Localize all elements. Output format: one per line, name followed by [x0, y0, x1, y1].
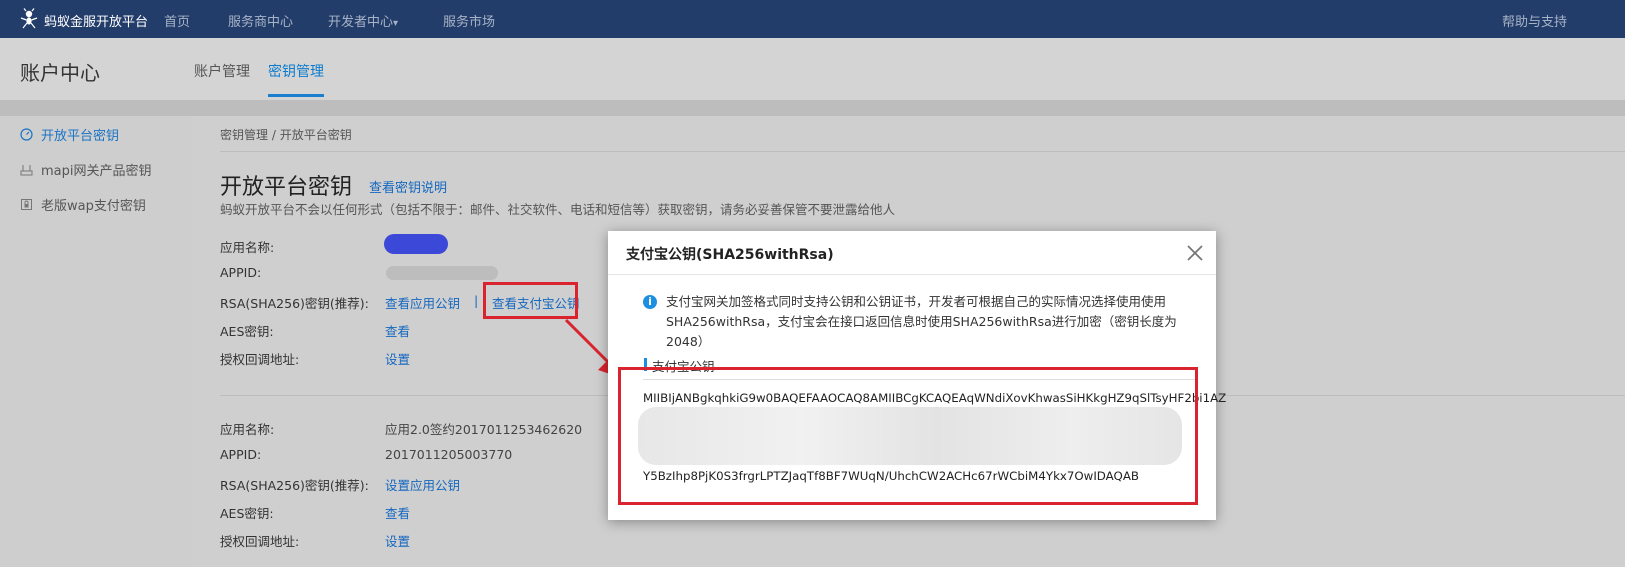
app1-name-redacted	[384, 234, 448, 254]
app2-name-value: 应用2.0签约2017011253462620	[385, 422, 583, 437]
page-title: 开放平台密钥	[220, 175, 353, 200]
info-icon: i	[643, 295, 657, 309]
app2-callback-label: 授权回调地址:	[220, 534, 300, 549]
breadcrumb-separator: /	[268, 128, 280, 142]
app2-aes-view-link[interactable]: 查看	[385, 503, 410, 522]
app1-name-label: 应用名称:	[220, 240, 275, 255]
dialog-title: 支付宝公钥(SHA256withRsa)	[626, 247, 834, 263]
link-separator: |	[474, 293, 479, 308]
tab-key-management[interactable]: 密钥管理	[268, 61, 324, 81]
nav-market[interactable]: 服务市场	[443, 11, 495, 30]
set-app-public-key-link[interactable]: 设置应用公钥	[385, 475, 460, 494]
breadcrumb-current: 开放平台密钥	[279, 128, 352, 142]
ant-logo-icon[interactable]	[18, 8, 40, 30]
active-tab-indicator	[268, 94, 324, 97]
sidebar	[0, 116, 193, 567]
breadcrumb-parent[interactable]: 密钥管理	[220, 128, 268, 142]
nav-home[interactable]: 首页	[164, 11, 190, 30]
view-app-public-key-link[interactable]: 查看应用公钥	[385, 293, 460, 312]
nav-provider-center[interactable]: 服务商中心	[228, 11, 293, 30]
page-description: 蚂蚁开放平台不会以任何形式（包括不限于：邮件、社交软件、电话和短信等）获取密钥，…	[220, 202, 896, 217]
app1-rsa-label: RSA(SHA256)密钥(推荐):	[220, 296, 369, 311]
view-key-help-link[interactable]: 查看密钥说明	[369, 177, 447, 196]
app2-appid-value: 2017011205003770	[385, 447, 513, 462]
lock-box-icon	[21, 199, 32, 210]
app1-aes-view-link[interactable]: 查看	[385, 321, 410, 340]
app2-appid-label: APPID:	[220, 447, 262, 462]
network-icon	[20, 165, 33, 176]
close-icon[interactable]	[1185, 243, 1205, 263]
dialog-header-divider	[608, 274, 1216, 275]
app2-name-label: 应用名称:	[220, 422, 275, 437]
top-nav: 蚂蚁金服开放平台 首页 服务商中心 开发者中心▾ 服务市场 帮助与支持	[0, 0, 1625, 38]
nav-help-support[interactable]: 帮助与支持	[1502, 11, 1567, 30]
highlight-box-key	[618, 367, 1198, 505]
breadcrumb: 密钥管理 / 开放平台密钥	[220, 126, 352, 143]
sidebar-item-old-wap-key[interactable]: 老版wap支付密钥	[20, 195, 146, 214]
divider-band	[0, 100, 1625, 116]
dialog-info-text: 支付宝网关加签格式同时支持公钥和公钥证书，开发者可根据自己的实际情况选择使用使用…	[666, 294, 1177, 349]
app1-appid-redacted	[386, 266, 498, 280]
account-center-title: 账户中心	[20, 61, 100, 85]
nav-developer-center-label: 开发者中心	[328, 15, 394, 30]
gauge-icon	[20, 128, 33, 141]
app1-callback-label: 授权回调地址:	[220, 352, 300, 367]
tab-account-management[interactable]: 账户管理	[194, 61, 250, 81]
app1-aes-label: AES密钥:	[220, 324, 274, 339]
nav-developer-center[interactable]: 开发者中心▾	[328, 11, 398, 30]
app2-rsa-label: RSA(SHA256)密钥(推荐):	[220, 478, 369, 493]
breadcrumb-divider	[220, 151, 1625, 152]
sidebar-item-label: mapi网关产品密钥	[41, 164, 152, 179]
brand-name[interactable]: 蚂蚁金服开放平台	[44, 11, 148, 30]
sidebar-item-mapi-gateway-key[interactable]: mapi网关产品密钥	[20, 160, 152, 179]
chevron-down-icon: ▾	[393, 18, 399, 29]
sidebar-item-label: 开放平台密钥	[41, 129, 120, 144]
app1-appid-label: APPID:	[220, 265, 262, 280]
app1-callback-set-link[interactable]: 设置	[385, 349, 410, 368]
sidebar-item-open-platform-key[interactable]: 开放平台密钥	[20, 125, 119, 144]
app2-callback-set-link[interactable]: 设置	[385, 531, 410, 550]
app2-aes-label: AES密钥:	[220, 506, 274, 521]
highlight-box-link	[483, 282, 578, 319]
sidebar-item-label: 老版wap支付密钥	[41, 199, 146, 214]
